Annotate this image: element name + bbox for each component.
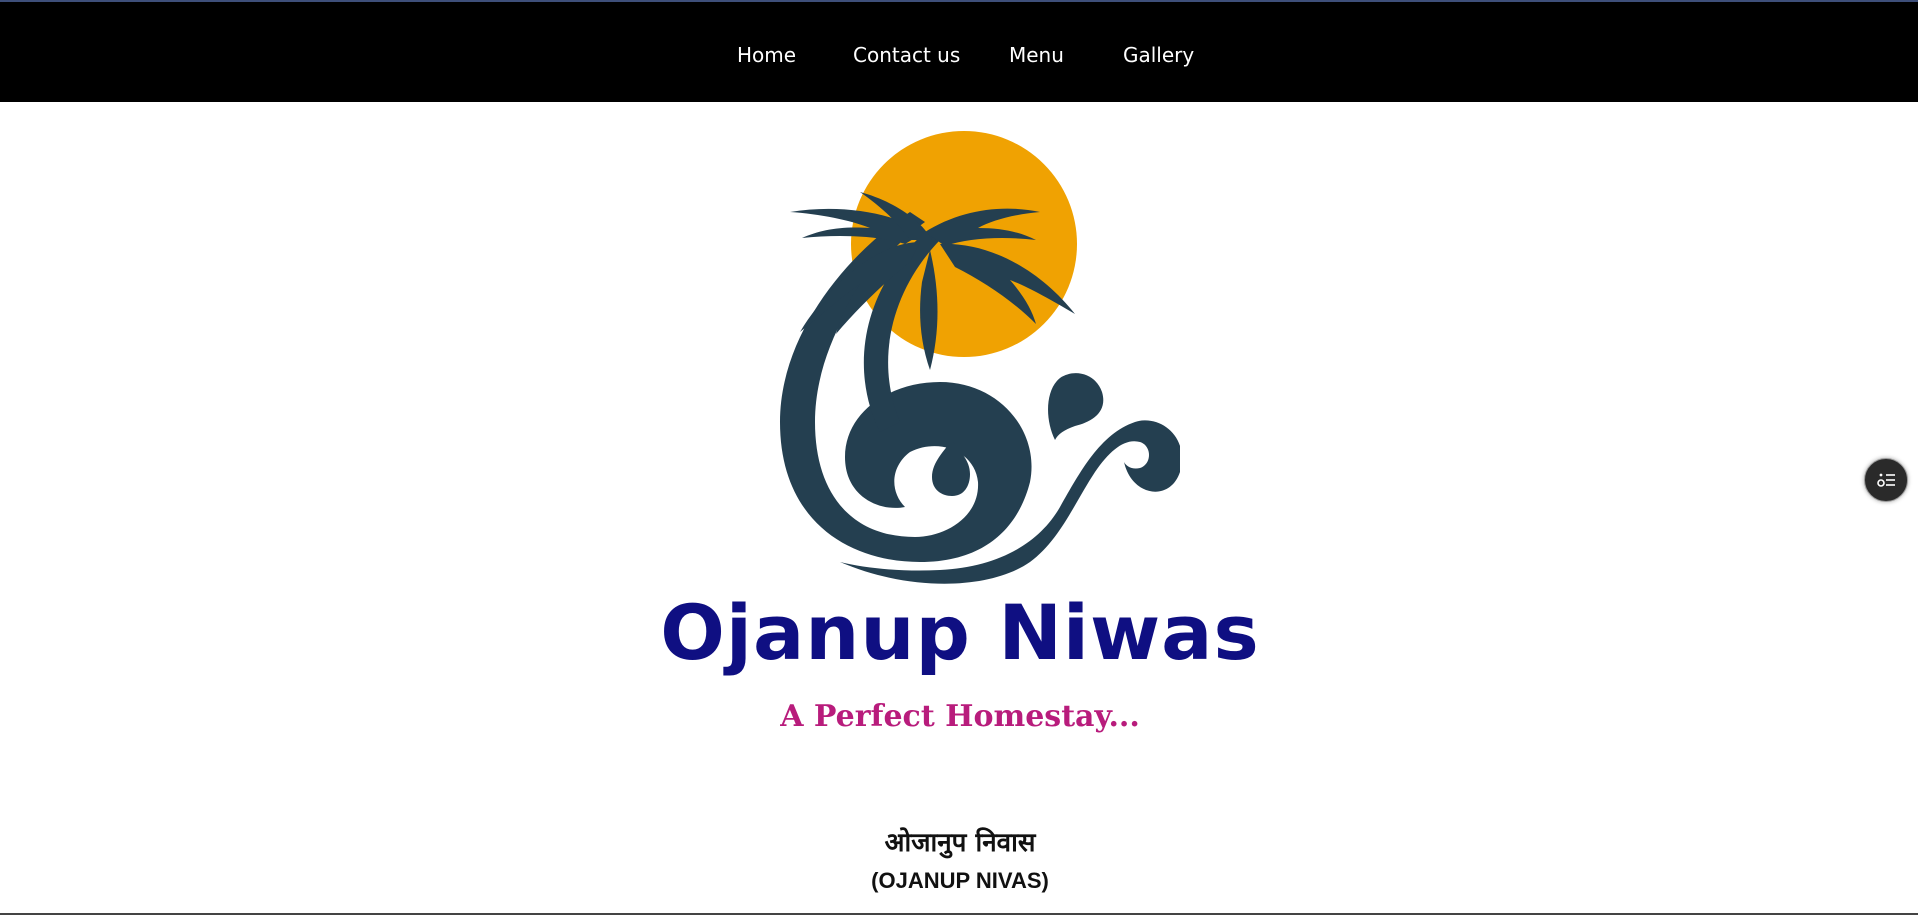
floating-settings-button[interactable] [1864, 458, 1908, 502]
droplet-shape [1048, 373, 1104, 440]
brand-name: Ojanup Niwas [660, 588, 1260, 677]
brand-tagline: A Perfect Homestay... [780, 699, 1140, 734]
nav-link-home[interactable]: Home [737, 41, 796, 69]
heading-hindi: ओजानुप निवास [884, 828, 1036, 858]
palm-tree-sun-wave-logo-icon [780, 131, 1180, 584]
heading-english: (OJANUP NIVAS) [871, 868, 1049, 893]
nav-link-gallery[interactable]: Gallery [1123, 41, 1194, 69]
top-navigation-bar: Home Contact us Menu Gallery [0, 2, 1918, 102]
nav-link-contact-us[interactable]: Contact us [853, 41, 960, 69]
nav-link-menu[interactable]: Menu [1009, 41, 1064, 69]
settings-list-icon [1877, 473, 1895, 487]
